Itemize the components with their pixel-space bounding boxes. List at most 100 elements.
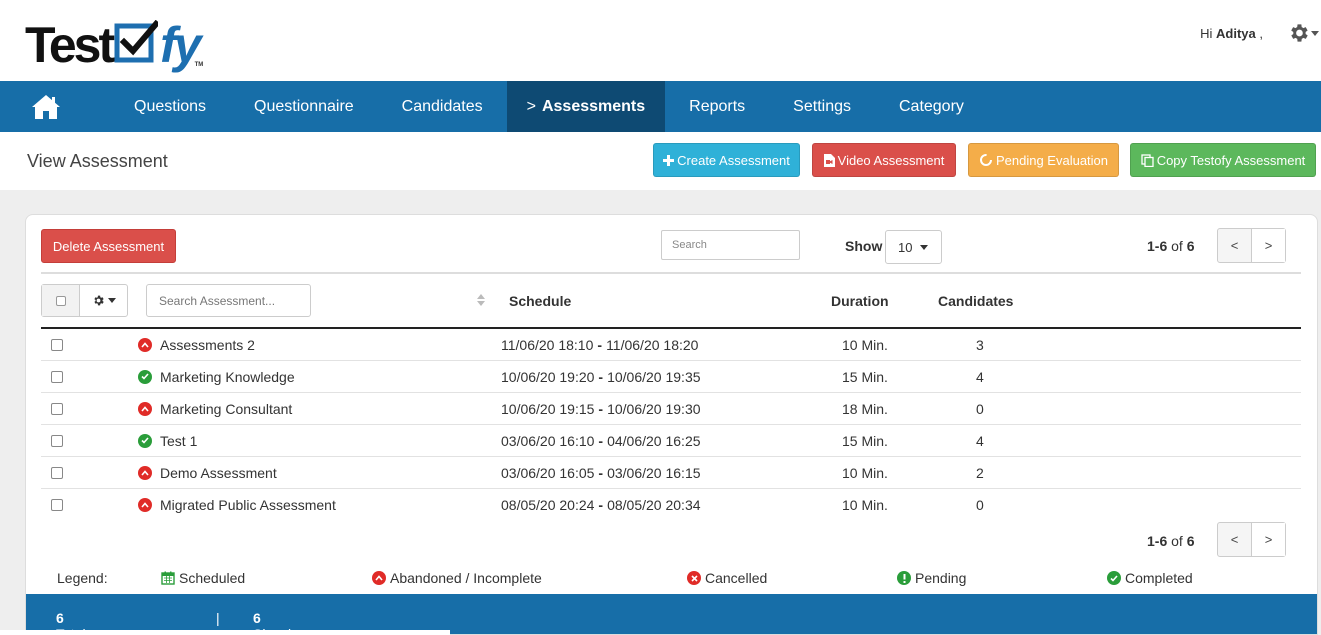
assessment-schedule: 08/05/20 20:24-08/05/20 20:34 bbox=[501, 489, 701, 520]
user-name: Aditya bbox=[1216, 26, 1256, 41]
search-input[interactable] bbox=[661, 230, 800, 260]
schedule-end: 08/05/20 20:34 bbox=[607, 496, 701, 513]
assessment-duration: 10 Min. bbox=[842, 464, 888, 481]
assessment-candidates[interactable]: 2 bbox=[976, 457, 984, 488]
pagination-total: 6 bbox=[1186, 533, 1195, 549]
create-assessment-label: Create Assessment bbox=[677, 152, 790, 168]
settings-dropdown[interactable] bbox=[1287, 18, 1319, 48]
prev-page-button[interactable]: < bbox=[1218, 523, 1251, 556]
row-checkbox[interactable] bbox=[51, 361, 63, 392]
nav-item-candidates[interactable]: Candidates bbox=[378, 81, 507, 132]
schedule-start: 10/06/20 19:20 bbox=[501, 368, 595, 385]
column-header-schedule[interactable]: Schedule bbox=[509, 293, 571, 309]
assessment-candidates[interactable]: 4 bbox=[976, 361, 984, 392]
assessment-candidates[interactable]: 0 bbox=[976, 489, 984, 520]
exclamation-circle-icon bbox=[897, 571, 911, 585]
row-checkbox[interactable] bbox=[51, 489, 63, 520]
row-checkbox[interactable] bbox=[51, 393, 63, 424]
nav-item-questionnaire[interactable]: Questionnaire bbox=[230, 81, 378, 132]
checkbox-box bbox=[51, 434, 63, 447]
assessment-table-body: Assessments 2 11/06/20 18:10 - 11/06/20 18:… bbox=[41, 329, 1301, 521]
gear-icon bbox=[1291, 24, 1308, 42]
row-status bbox=[138, 489, 152, 520]
video-assessment-button[interactable]: Video Assessment bbox=[812, 143, 956, 177]
assessment-name[interactable]: Assessments 2 bbox=[160, 329, 255, 360]
assessment-name[interactable]: Marketing Consultant bbox=[160, 393, 292, 424]
schedule-end: 04/06/20 16:25 bbox=[607, 432, 701, 449]
home-icon bbox=[32, 94, 60, 119]
nav-item-reports[interactable]: Reports bbox=[665, 81, 769, 132]
chevron-down-icon bbox=[920, 244, 929, 250]
row-status bbox=[138, 393, 152, 424]
logo-checkbox-icon bbox=[114, 20, 159, 63]
next-page-button[interactable]: > bbox=[1251, 523, 1285, 556]
table-row[interactable]: Test 1 03/06/20 16:10-04/06/20 16:25 15 Mi… bbox=[41, 425, 1301, 457]
prev-page-button[interactable]: < bbox=[1218, 229, 1251, 262]
legend-abandoned: Abandoned / Incomplete bbox=[372, 570, 542, 586]
nav-item-questions[interactable]: Questions bbox=[110, 81, 230, 132]
plus-icon bbox=[663, 154, 675, 166]
pagination-info-top: 1-6 of 6 bbox=[1147, 238, 1195, 254]
nav-item-assessments[interactable]: > Assessments bbox=[506, 81, 666, 132]
chevron-right-icon: > bbox=[526, 97, 536, 115]
legend-pending: Pending bbox=[897, 570, 966, 586]
next-page-button[interactable]: > bbox=[1251, 229, 1285, 262]
assessment-name[interactable]: Test 1 bbox=[160, 425, 197, 456]
divider bbox=[41, 272, 1301, 274]
assessment-candidates[interactable]: 0 bbox=[976, 393, 984, 424]
times-circle-icon bbox=[687, 571, 701, 585]
assessment-name[interactable]: Migrated Public Assessment bbox=[160, 489, 336, 520]
chevron-down-icon bbox=[1311, 30, 1319, 36]
table-row[interactable]: Assessments 2 11/06/20 18:10-11/06/20 18:… bbox=[41, 329, 1301, 361]
table-row[interactable]: Marketing Consultant 10/06/20 19:15-10/06… bbox=[41, 393, 1301, 425]
nav-item-settings[interactable]: Settings bbox=[769, 81, 875, 132]
testofy-logo[interactable]: Test fy TM bbox=[25, 10, 203, 70]
legend-abandoned-label: Abandoned / Incomplete bbox=[390, 570, 542, 586]
footer-divider: | bbox=[216, 610, 220, 626]
chevron-up-circle-icon bbox=[138, 465, 152, 480]
showing-count: Showing: 6 bbox=[253, 610, 311, 634]
schedule-start: 11/06/20 18:10 bbox=[501, 336, 594, 353]
table-row[interactable]: Demo Assessment 03/06/20 16:05-03/06/20 1… bbox=[41, 457, 1301, 489]
delete-assessment-button[interactable]: Delete Assessment bbox=[41, 229, 176, 263]
greeting-suffix: , bbox=[1259, 26, 1263, 41]
pending-evaluation-button[interactable]: Pending Evaluation bbox=[968, 143, 1119, 177]
check-circle-icon bbox=[138, 369, 152, 384]
table-row[interactable]: Marketing Knowledge 10/06/20 19:20-10/06/… bbox=[41, 361, 1301, 393]
column-header-duration[interactable]: Duration bbox=[831, 293, 889, 309]
sort-icon[interactable] bbox=[476, 292, 486, 308]
assessment-name[interactable]: Marketing Knowledge bbox=[160, 361, 295, 392]
page-size-select[interactable]: 10 bbox=[885, 230, 942, 264]
schedule-end: 10/06/20 19:30 bbox=[607, 400, 701, 417]
column-header-candidates[interactable]: Candidates bbox=[938, 293, 1013, 309]
pagination-info-bottom: 1-6 of 6 bbox=[1147, 533, 1195, 549]
copy-testofy-assessment-button[interactable]: Copy Testofy Assessment bbox=[1130, 143, 1316, 177]
table-row[interactable]: Migrated Public Assessment 08/05/20 20:24… bbox=[41, 489, 1301, 521]
assessment-candidates[interactable]: 4 bbox=[976, 425, 984, 456]
select-all-checkbox[interactable] bbox=[42, 285, 80, 316]
checkbox-box bbox=[51, 338, 63, 351]
nav-item-category[interactable]: Category bbox=[875, 81, 988, 132]
row-checkbox[interactable] bbox=[51, 329, 63, 360]
legend-pending-label: Pending bbox=[915, 570, 967, 586]
gear-icon bbox=[93, 295, 104, 306]
checkbox-box bbox=[51, 370, 63, 383]
bulk-actions-dropdown[interactable] bbox=[80, 285, 127, 316]
footer-scroll-strip bbox=[0, 630, 450, 635]
nav-home[interactable] bbox=[0, 81, 110, 132]
total-assessment: Total Assessment: 6 bbox=[56, 610, 86, 634]
chevron-up-circle-icon bbox=[372, 571, 386, 585]
chevron-up-circle-icon bbox=[138, 401, 152, 416]
assessment-name[interactable]: Demo Assessment bbox=[160, 457, 277, 488]
row-checkbox[interactable] bbox=[51, 457, 63, 488]
assessment-duration: 15 Min. bbox=[842, 432, 888, 449]
schedule-end: 11/06/20 18:20 bbox=[606, 336, 699, 353]
assessment-candidates[interactable]: 3 bbox=[976, 329, 984, 360]
assessment-search-input[interactable] bbox=[146, 284, 311, 317]
schedule-start: 03/06/20 16:10 bbox=[501, 432, 595, 449]
create-assessment-button[interactable]: Create Assessment bbox=[653, 143, 800, 177]
schedule-separator: - bbox=[598, 400, 604, 417]
row-checkbox[interactable] bbox=[51, 425, 63, 456]
pagination-bottom: < > bbox=[1217, 522, 1286, 557]
pagination-range: 1-6 bbox=[1147, 238, 1168, 254]
